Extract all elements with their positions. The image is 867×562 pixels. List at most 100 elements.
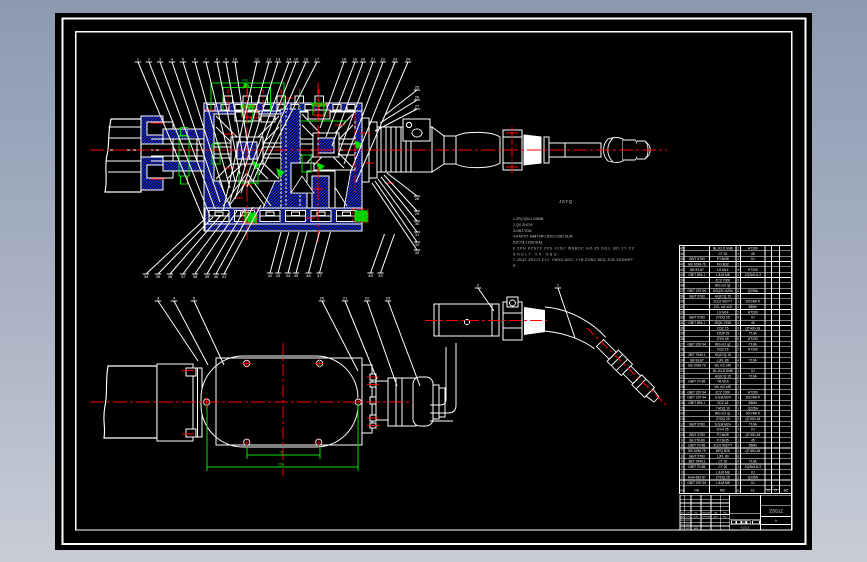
svg-text:15: 15 [680, 406, 684, 410]
svg-text:36: 36 [680, 294, 684, 298]
svg-text:GY: GY [681, 524, 685, 526]
svg-text:30: 30 [680, 326, 684, 330]
svg-text:48: 48 [368, 273, 373, 278]
svg-text:1: 1 [557, 283, 560, 288]
svg-text:28: 28 [415, 196, 420, 201]
svg-text:4: 4 [171, 57, 174, 62]
svg-text:4: 4 [173, 296, 176, 301]
svg-text:1: 1 [737, 390, 739, 394]
svg-text:45: 45 [751, 321, 755, 325]
svg-text:24: 24 [406, 57, 411, 62]
svg-text:XXX: XXX [686, 528, 691, 530]
svg-text:31: 31 [680, 321, 684, 325]
svg-text:20CrMnTi: 20CrMnTi [746, 412, 761, 416]
svg-text:GB/T 70-85: GB/T 70-85 [688, 465, 705, 469]
svg-text:28: 28 [680, 337, 684, 341]
svg-text:33: 33 [415, 250, 420, 255]
svg-text:GGWJHX: GGWJHX [701, 516, 711, 518]
svg-text:2: 2 [737, 246, 739, 250]
svg-text:XJ: XJ [751, 369, 755, 373]
svg-text:GB/T 297-94: GB/T 297-94 [687, 390, 706, 394]
svg-text:QM: QM [714, 513, 718, 515]
svg-text:9: 9 [681, 438, 683, 442]
svg-text:XXX: XXX [686, 524, 691, 526]
svg-text:20: 20 [361, 57, 366, 62]
svg-text:GB/T 70-85: GB/T 70-85 [688, 444, 705, 448]
svg-text:ZLDJ 90ZYT: ZLDJ 90ZYT [713, 300, 732, 304]
svg-text:GB/T 297-94: GB/T 297-94 [687, 481, 706, 485]
svg-text:35: 35 [680, 300, 684, 304]
svg-text:5: 5 [681, 460, 683, 464]
svg-text:17: 17 [315, 57, 320, 62]
svg-text:SL: SL [737, 488, 741, 492]
svg-text:37: 37 [181, 274, 186, 279]
svg-text:CSV: CSV [686, 516, 691, 518]
svg-text:3: 3 [681, 470, 683, 474]
svg-text:1: 1 [737, 273, 739, 277]
svg-text:6: 6 [737, 316, 739, 320]
svg-text:4.A MYXT JHMT MFJ BJG LSGD DLW: 4.A MYXT JHMT MFJ BJG LSGD DLW; [513, 235, 573, 239]
svg-text:NLJXLD SM8: NLJXLD SM8 [713, 369, 733, 373]
svg-text:29: 29 [680, 332, 684, 336]
svg-text:PJ 8x35: PJ 8x35 [717, 433, 729, 437]
svg-text:1: 1 [737, 300, 739, 304]
svg-text:GB/T 297-94: GB/T 297-94 [687, 342, 706, 346]
svg-text:1: 1 [737, 321, 739, 325]
svg-text:4: 4 [737, 460, 739, 464]
svg-text:TZDP 25: TZDP 25 [716, 332, 729, 336]
svg-text:32: 32 [415, 242, 420, 247]
svg-text:3.CHLT YOU;: 3.CHLT YOU; [513, 229, 532, 233]
svg-text:1: 1 [737, 385, 739, 389]
svg-text:24: 24 [680, 358, 684, 362]
svg-text:GB 1096-79: GB 1096-79 [688, 364, 706, 368]
svg-text:41: 41 [222, 274, 227, 279]
svg-text:GB/T 70-85: GB/T 70-85 [688, 380, 705, 384]
svg-text:44: 44 [680, 252, 684, 256]
svg-text:ZYDQ 25: ZYDQ 25 [716, 417, 730, 421]
svg-text:ZJ: ZJ [774, 489, 777, 492]
svg-text:ZQSn6-6-3: ZQSn6-6-3 [745, 465, 761, 469]
svg-text:2: 2 [737, 342, 739, 346]
svg-text:ZCZ 7000: ZCZ 7000 [715, 278, 730, 282]
svg-text:WG m2 q1: WG m2 q1 [715, 342, 731, 346]
svg-text:CDZ 15: CDZ 15 [717, 348, 729, 352]
svg-text:2.QX ZHCH;: 2.QX ZHCH; [513, 223, 533, 227]
svg-text:75: 75 [279, 451, 283, 455]
svg-text:1: 1 [137, 57, 140, 62]
svg-text:44: 44 [286, 273, 291, 278]
svg-text:T10A: T10A [749, 374, 758, 378]
svg-text:XJ: XJ [751, 470, 755, 474]
svg-text:BJI: BJI [681, 516, 685, 518]
svg-text:1: 1 [737, 449, 739, 453]
svg-text:13: 13 [276, 57, 281, 62]
svg-text:3: 3 [157, 296, 160, 301]
svg-text:26: 26 [680, 348, 684, 352]
svg-text:BJ: BJ [681, 513, 684, 515]
svg-text:21: 21 [343, 296, 348, 301]
svg-text:SJLM M24: SJLM M24 [715, 396, 731, 400]
svg-text:ZYDQ 25: ZYDQ 25 [716, 316, 730, 320]
svg-text:5: 5 [193, 296, 196, 301]
svg-text:8: 8 [216, 57, 219, 62]
svg-text:23: 23 [393, 57, 398, 62]
svg-text:XJ: XJ [751, 257, 755, 261]
svg-text:8: 8 [681, 444, 683, 448]
svg-text:G Z D Z: G Z D Z [741, 527, 750, 530]
svg-text:43: 43 [276, 273, 281, 278]
svg-text:HT200: HT200 [748, 310, 758, 314]
svg-text:GB/T 5783: GB/T 5783 [689, 422, 705, 426]
svg-text:15: 15 [294, 57, 299, 62]
svg-text:2: 2 [737, 294, 739, 298]
svg-text:9: 9 [225, 57, 228, 62]
svg-text:2: 2 [737, 428, 739, 432]
svg-text:1: 1 [737, 257, 739, 261]
svg-text:R.: R. [513, 264, 518, 268]
svg-text:22: 22 [680, 369, 684, 373]
svg-text:2: 2 [737, 374, 739, 378]
svg-text:SHSLY XX GBS;: SHSLY XX GBS; [513, 252, 559, 256]
svg-text:CT 20: CT 20 [718, 252, 727, 256]
svg-text:27: 27 [680, 342, 684, 346]
svg-text:4: 4 [737, 358, 739, 362]
svg-text:1: 1 [737, 305, 739, 309]
svg-text:WL m2 z40: WL m2 z40 [715, 364, 732, 368]
